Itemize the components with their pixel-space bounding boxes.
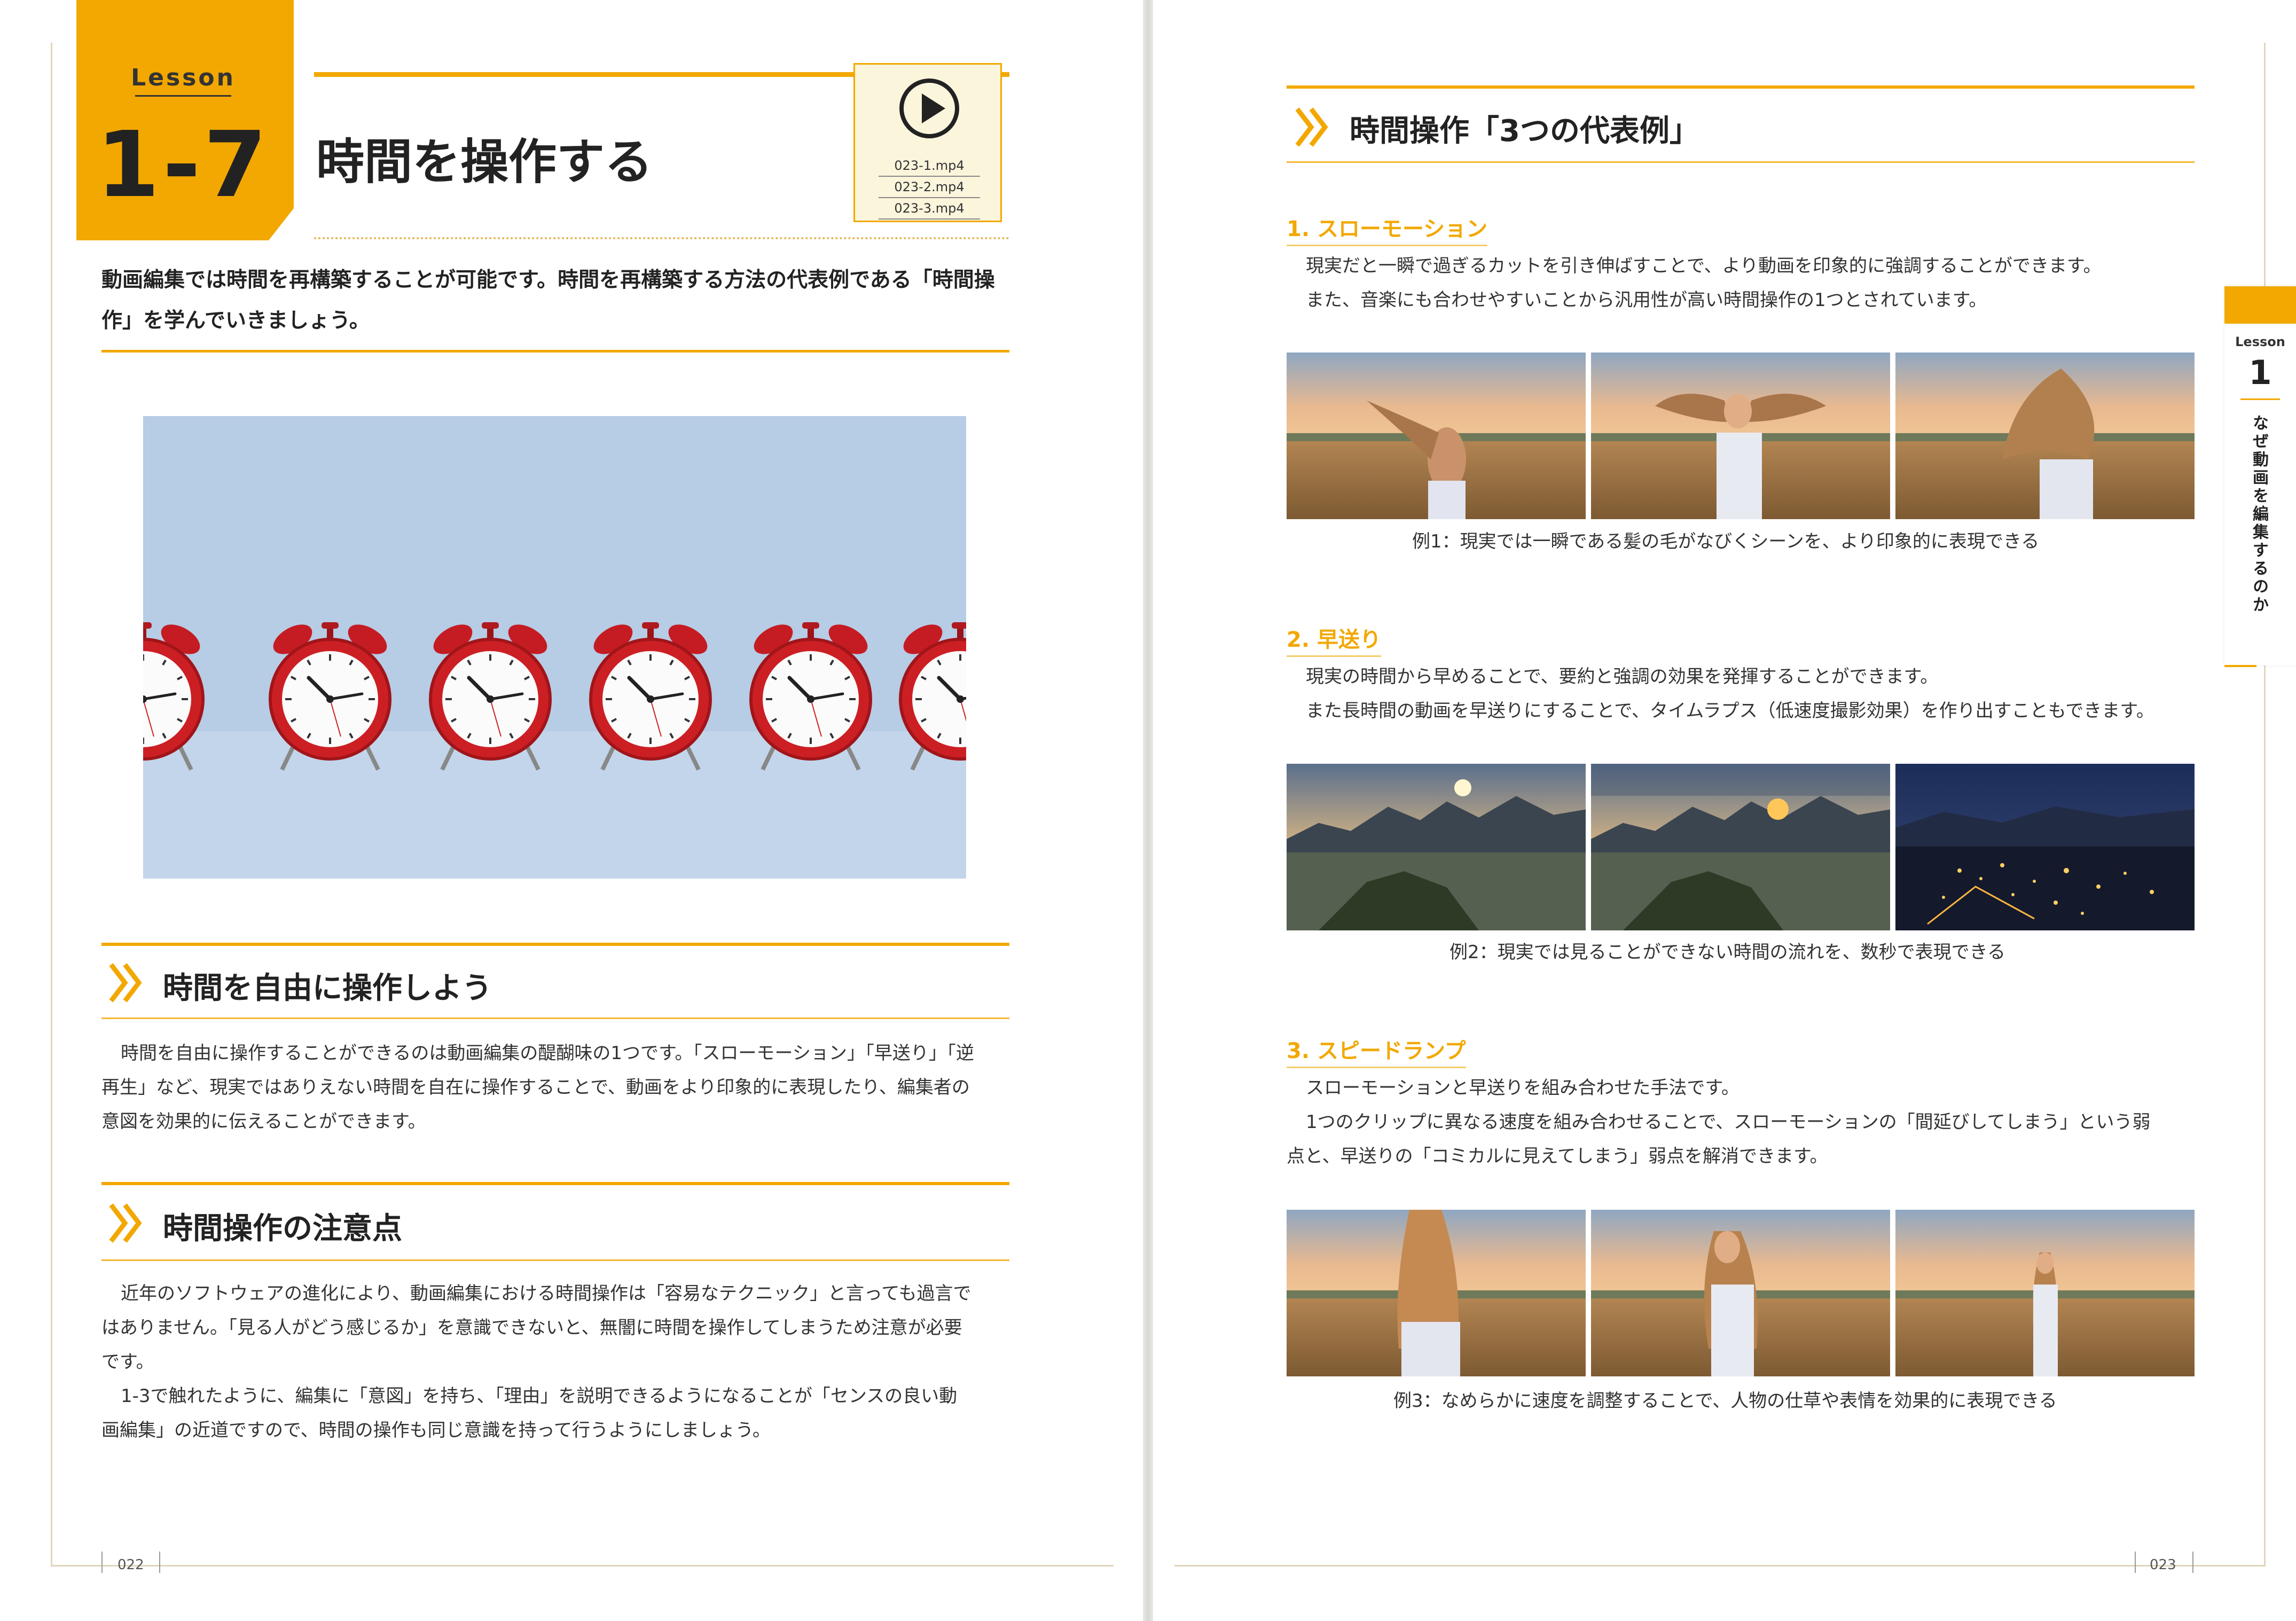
section1-top-rule bbox=[101, 943, 1009, 946]
lesson-label-underline bbox=[135, 95, 231, 97]
section2-body: 近年のソフトウェアの進化により、動画編集における時間操作は「容易なテクニック」と… bbox=[101, 1277, 971, 1447]
intro-line-2: 作」を学んでいきましょう。 bbox=[101, 309, 370, 333]
example3-body: スローモーションと早送りを組み合わせた手法です。 1つのクリップに異なる速度を組… bbox=[1287, 1071, 2151, 1173]
title-dotted-rule bbox=[314, 237, 1009, 239]
video-files-box[interactable]: 023-1.mp4 023-2.mp4 023-3.mp4 bbox=[853, 63, 1002, 222]
side-tab-number: 1 bbox=[2248, 353, 2272, 392]
example2-body: 現実の時間から早めることで、要約と強調の効果を発揮することができます。 また長時… bbox=[1287, 660, 2154, 728]
intro-bottom-rule bbox=[101, 350, 1009, 353]
intro-text: 動画編集では時間を再構築することが可能です。時間を再構築する方法の代表例である「… bbox=[101, 260, 995, 341]
lesson-number: 1-7 bbox=[96, 112, 270, 218]
section2-top-rule bbox=[101, 1182, 1009, 1185]
section1-body: 時間を自由に操作することができるのは動画編集の醍醐味の1つです。「スローモーショ… bbox=[101, 1036, 974, 1139]
video-file-3[interactable]: 023-3.mp4 bbox=[879, 198, 980, 220]
section1-line-2: 再生」など、現実ではありえない時間を自在に操作することで、動画をより印象的に表現… bbox=[101, 1077, 970, 1098]
side-tab-marker bbox=[2224, 286, 2296, 324]
example2-title: 2. 早送り bbox=[1287, 622, 1381, 657]
left-page: Lesson 1-7 時間を操作する 023-1.mp4 023-2.mp4 0… bbox=[0, 0, 1143, 1621]
section2-line-4: 1-3で触れたように、編集に「意図」を持ち、「理由」を説明できるようになることが… bbox=[121, 1385, 958, 1407]
page-number-left-tick-right bbox=[2135, 1552, 2136, 1573]
example3-line-1: スローモーションと早送りを組み合わせた手法です。 bbox=[1306, 1077, 1739, 1099]
section2-bottom-rule bbox=[101, 1259, 1009, 1261]
section1-line-1: 時間を自由に操作することができるのは動画編集の醍醐味の1つです。「スローモーショ… bbox=[121, 1043, 974, 1064]
frame-bottom-line-right bbox=[1174, 1565, 2266, 1567]
clock-image-2 bbox=[261, 614, 399, 774]
section2-chevron-icon bbox=[107, 1202, 144, 1244]
clock-image-3 bbox=[421, 614, 560, 774]
page-number-left-tick bbox=[101, 1552, 103, 1573]
section2-line-2: はありません。「見る人がどう感じるか」を意識できないと、無闇に時間を操作してしま… bbox=[101, 1317, 962, 1338]
page-title: 時間を操作する bbox=[316, 134, 653, 190]
section2-line-1: 近年のソフトウェアの進化により、動画編集における時間操作は「容易なテクニック」と… bbox=[121, 1283, 971, 1304]
example1-caption: 例1：現実では一瞬である髪の毛がなびくシーンを、より印象的に表現できる bbox=[1412, 531, 2040, 552]
video-file-1[interactable]: 023-1.mp4 bbox=[879, 155, 980, 177]
example2-line-2: また長時間の動画を早送りにすることで、タイムラプス（低速度撮影効果）を作り出すこ… bbox=[1306, 700, 2154, 722]
lesson-label: Lesson bbox=[131, 64, 236, 91]
right-heading-bottom-rule bbox=[1287, 161, 2195, 163]
slowmo-photo-1 bbox=[1287, 353, 1586, 519]
example1-title: 1. スローモーション bbox=[1287, 212, 1488, 246]
frame-bottom-line bbox=[51, 1565, 1114, 1567]
right-heading-top-rule bbox=[1287, 85, 2195, 89]
example3-line-3: 点と、早送りの「コミカルに見えてしまう」弱点を解消できます。 bbox=[1287, 1146, 1828, 1167]
example2-line-1: 現実の時間から早めることで、要約と強調の効果を発揮することができます。 bbox=[1306, 666, 1939, 687]
slowmo-photo-3 bbox=[1895, 353, 2195, 519]
lesson-badge: Lesson 1-7 bbox=[76, 0, 294, 240]
timelapse-photo-1 bbox=[1287, 764, 1586, 930]
example3-title: 3. スピードランプ bbox=[1287, 1033, 1466, 1068]
example1-line-2: また、音楽にも合わせやすいことから汎用性が高い時間操作の1つとされています。 bbox=[1306, 289, 1987, 311]
timelapse-photo-3 bbox=[1895, 764, 2195, 930]
video-file-2[interactable]: 023-2.mp4 bbox=[879, 177, 980, 198]
right-heading-chevron-icon bbox=[1293, 106, 1330, 148]
section1-heading: 時間を自由に操作しよう bbox=[163, 971, 492, 1006]
clock-image-5 bbox=[741, 614, 880, 774]
frame-right-line bbox=[2264, 43, 2266, 1565]
clock-image-1 bbox=[143, 614, 213, 774]
page-number: 022 bbox=[117, 1557, 144, 1573]
section1-bottom-rule bbox=[101, 1017, 1009, 1019]
side-tab-bottom-mark bbox=[2224, 665, 2256, 667]
example3-caption: 例3：なめらかに速度を調整することで、人物の仕草や表情を効果的に表現できる bbox=[1393, 1390, 2057, 1412]
section2-line-5: 画編集」の近道ですので、時間の操作も同じ意識を持って行うようにしましょう。 bbox=[101, 1420, 771, 1441]
side-tab-lesson: Lesson bbox=[2235, 334, 2285, 349]
page-number-right: 023 bbox=[2150, 1557, 2176, 1573]
speedramp-photo-1 bbox=[1287, 1210, 1586, 1376]
section2-line-3: です。 bbox=[101, 1351, 154, 1373]
alarm-clocks-photo bbox=[143, 416, 966, 879]
play-icon[interactable] bbox=[897, 76, 961, 140]
clock-image-4 bbox=[581, 614, 720, 774]
slowmo-photo-2 bbox=[1591, 353, 1890, 519]
side-tab[interactable]: Lesson 1 なぜ動画を編集するのか bbox=[2224, 286, 2296, 665]
frame-left-line bbox=[51, 43, 52, 1565]
speedramp-photo-2 bbox=[1591, 1210, 1890, 1376]
right-heading: 時間操作「3つの代表例」 bbox=[1350, 114, 1699, 148]
right-page: 時間操作「3つの代表例」 1. スローモーション 現実だと一瞬で過ぎるカットを引… bbox=[1153, 0, 2296, 1621]
side-tab-text: なぜ動画を編集するのか bbox=[2250, 414, 2268, 614]
section1-chevron-icon bbox=[107, 961, 144, 1004]
example1-line-1: 現実だと一瞬で過ぎるカットを引き伸ばすことで、より動画を印象的に強調することがで… bbox=[1306, 255, 2102, 277]
example3-line-2: 1つのクリップに異なる速度を組み合わせることで、スローモーションの「間延びしてし… bbox=[1306, 1111, 2151, 1133]
example2-caption: 例2：現実では見ることができない時間の流れを、数秒で表現できる bbox=[1449, 942, 2005, 963]
timelapse-photo-2 bbox=[1591, 764, 1890, 930]
section2-heading: 時間操作の注意点 bbox=[163, 1211, 402, 1246]
intro-line-1: 動画編集では時間を再構築することが可能です。時間を再構築する方法の代表例である「… bbox=[101, 268, 995, 292]
book-gutter bbox=[1143, 0, 1153, 1621]
section1-line-3: 意図を効果的に伝えることができます。 bbox=[101, 1111, 426, 1132]
speedramp-photo-3 bbox=[1895, 1210, 2195, 1376]
side-tab-rule bbox=[2240, 398, 2280, 400]
example1-body: 現実だと一瞬で過ぎるカットを引き伸ばすことで、より動画を印象的に強調することがで… bbox=[1287, 249, 2102, 317]
clock-image-6 bbox=[891, 614, 966, 774]
page-number-right-tick bbox=[159, 1552, 160, 1573]
page-number-right-tick-right bbox=[2192, 1552, 2193, 1573]
